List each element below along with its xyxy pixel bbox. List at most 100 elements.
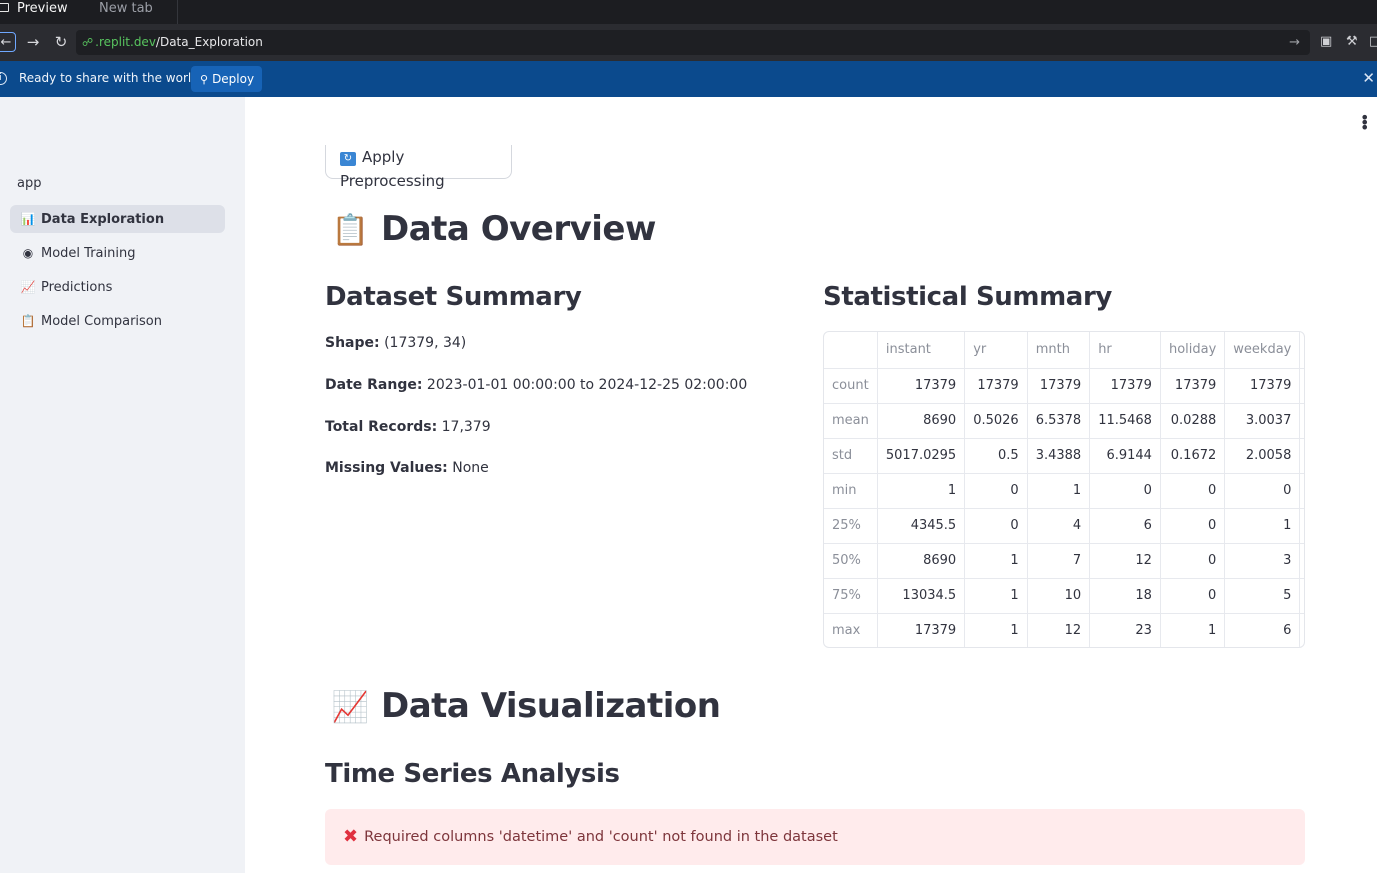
sidebar-item-model-comparison[interactable]: 📋 Model Comparison bbox=[10, 307, 225, 335]
table-cell[interactable]: 8690 bbox=[877, 403, 966, 439]
table-cell[interactable]: 8690 bbox=[877, 543, 966, 579]
table-cell[interactable]: 13034.5 bbox=[877, 578, 966, 614]
sidebar-item-predictions[interactable]: 📈 Predictions bbox=[10, 273, 225, 301]
close-icon[interactable]: ✕ bbox=[1362, 69, 1375, 87]
table-cell[interactable]: 0 bbox=[964, 473, 1028, 509]
table-cell[interactable]: 0 bbox=[1160, 508, 1226, 544]
column-header[interactable]: yr bbox=[964, 332, 1028, 369]
table-cell[interactable]: 17379 bbox=[1160, 368, 1226, 404]
sidebar-item-model-training[interactable]: ◉ Model Training bbox=[10, 239, 225, 267]
table-cell[interactable]: 0 bbox=[1299, 403, 1304, 439]
table-cell[interactable]: 12 bbox=[1089, 543, 1161, 579]
table-cell[interactable] bbox=[1299, 473, 1304, 509]
go-arrow-icon[interactable]: → bbox=[1289, 30, 1300, 55]
error-message: Required columns 'datetime' and 'count' … bbox=[364, 829, 838, 845]
total-records-label: Total Records: bbox=[325, 419, 438, 435]
column-header[interactable]: hr bbox=[1089, 332, 1161, 369]
data-overview-title: Data Overview bbox=[381, 209, 656, 249]
table-cell[interactable]: 0.1672 bbox=[1160, 438, 1226, 474]
wrench-icon[interactable]: ⚒ bbox=[1346, 35, 1358, 49]
window-icon[interactable]: □ bbox=[1369, 35, 1377, 49]
row-index-cell[interactable]: min bbox=[824, 473, 878, 509]
column-header[interactable] bbox=[824, 332, 878, 369]
back-arrow-icon[interactable]: ← bbox=[0, 32, 16, 52]
table-cell[interactable]: 7 bbox=[1027, 543, 1091, 579]
table-cell[interactable]: 0.5 bbox=[964, 438, 1028, 474]
url-field[interactable]: ☍ .replit.dev/Data_Exploration → bbox=[76, 30, 1310, 55]
reload-icon[interactable]: ↻ bbox=[52, 32, 70, 52]
table-cell[interactable]: 2.0058 bbox=[1224, 438, 1301, 474]
column-header[interactable]: mnth bbox=[1027, 332, 1091, 369]
table-cell[interactable]: 1 bbox=[1027, 473, 1091, 509]
table-cell[interactable]: 6.9144 bbox=[1089, 438, 1161, 474]
table-cell[interactable]: 1 bbox=[877, 473, 966, 509]
table-cell[interactable]: 10 bbox=[1027, 578, 1091, 614]
row-index-cell[interactable]: std bbox=[824, 438, 878, 474]
table-cell[interactable]: 6 bbox=[1089, 508, 1161, 544]
table-cell[interactable]: 17379 bbox=[877, 613, 966, 647]
deploy-icon: ⚲ bbox=[200, 73, 209, 86]
data-overview-heading: 📋 Data Overview bbox=[331, 209, 657, 249]
table-cell[interactable] bbox=[1299, 543, 1304, 579]
table-cell[interactable] bbox=[1299, 613, 1304, 647]
table-cell[interactable]: 4345.5 bbox=[877, 508, 966, 544]
table-cell[interactable]: 12 bbox=[1027, 613, 1091, 647]
row-index-cell[interactable]: max bbox=[824, 613, 878, 647]
table-cell[interactable]: 0 bbox=[1160, 473, 1226, 509]
table-cell[interactable]: 5017.0295 bbox=[877, 438, 966, 474]
table-cell[interactable]: 6 bbox=[1224, 613, 1301, 647]
sidebar-app-label[interactable]: app bbox=[17, 176, 41, 191]
table-row: 75% 13034.5 1 10 18 0 5 bbox=[824, 578, 1304, 614]
column-header[interactable]: workin bbox=[1299, 332, 1304, 369]
table-cell[interactable]: 1 bbox=[1224, 508, 1301, 544]
table-cell[interactable]: 3.0037 bbox=[1224, 403, 1301, 439]
table-cell[interactable]: 5 bbox=[1224, 578, 1301, 614]
table-cell[interactable]: 6.5378 bbox=[1027, 403, 1091, 439]
bar-chart-icon: 📊 bbox=[20, 212, 36, 226]
sidebar-item-data-exploration[interactable]: 📊 Data Exploration bbox=[10, 205, 225, 233]
table-cell[interactable] bbox=[1299, 578, 1304, 614]
table-cell[interactable]: 1 bbox=[964, 578, 1028, 614]
table-cell[interactable]: 0 bbox=[1224, 473, 1301, 509]
row-index-cell[interactable]: 50% bbox=[824, 543, 878, 579]
row-index-cell[interactable]: mean bbox=[824, 403, 878, 439]
table-cell[interactable]: 0 bbox=[1160, 578, 1226, 614]
table-cell[interactable]: 0 bbox=[1089, 473, 1161, 509]
table-cell[interactable]: 1 bbox=[964, 543, 1028, 579]
table-cell[interactable]: 17379 bbox=[1089, 368, 1161, 404]
table-cell[interactable]: 17379 bbox=[1027, 368, 1091, 404]
column-header[interactable]: instant bbox=[877, 332, 966, 369]
tab-new-tab[interactable]: New tab bbox=[88, 0, 178, 24]
table-cell[interactable]: 3 bbox=[1224, 543, 1301, 579]
row-index-cell[interactable]: count bbox=[824, 368, 878, 404]
table-cell[interactable]: 3.4388 bbox=[1027, 438, 1091, 474]
row-index-cell[interactable]: 75% bbox=[824, 578, 878, 614]
devices-icon[interactable]: ▣ bbox=[1320, 35, 1332, 49]
table-cell[interactable]: 0 bbox=[1160, 543, 1226, 579]
table-cell[interactable]: 11.5468 bbox=[1089, 403, 1161, 439]
column-header[interactable]: holiday bbox=[1160, 332, 1226, 369]
table-cell[interactable]: 23 bbox=[1089, 613, 1161, 647]
table-cell[interactable] bbox=[1299, 508, 1304, 544]
row-index-cell[interactable]: 25% bbox=[824, 508, 878, 544]
statistical-summary-table[interactable]: instant yr mnth hr holiday weekday worki… bbox=[823, 331, 1305, 648]
table-cell[interactable]: 0 bbox=[1299, 438, 1304, 474]
forward-arrow-icon[interactable]: → bbox=[24, 32, 42, 52]
column-header[interactable]: weekday bbox=[1224, 332, 1301, 369]
table-cell[interactable]: 0.0288 bbox=[1160, 403, 1226, 439]
apply-preprocessing-button[interactable]: ↻ Apply Preprocessing bbox=[325, 145, 512, 190]
table-cell[interactable]: 4 bbox=[1027, 508, 1091, 544]
table-cell[interactable]: 17379 bbox=[877, 368, 966, 404]
tab-preview[interactable]: Preview bbox=[0, 0, 88, 24]
tab-label: New tab bbox=[99, 1, 153, 16]
table-cell[interactable]: 18 bbox=[1089, 578, 1161, 614]
table-cell[interactable]: 1 bbox=[1299, 368, 1304, 404]
more-options-icon[interactable]: • • • bbox=[1360, 110, 1369, 136]
table-cell[interactable]: 17379 bbox=[964, 368, 1028, 404]
table-cell[interactable]: 0 bbox=[964, 508, 1028, 544]
table-cell[interactable]: 17379 bbox=[1224, 368, 1301, 404]
deploy-button[interactable]: ⚲ Deploy bbox=[191, 66, 262, 92]
table-cell[interactable]: 1 bbox=[964, 613, 1028, 647]
table-cell[interactable]: 1 bbox=[1160, 613, 1226, 647]
table-cell[interactable]: 0.5026 bbox=[964, 403, 1028, 439]
